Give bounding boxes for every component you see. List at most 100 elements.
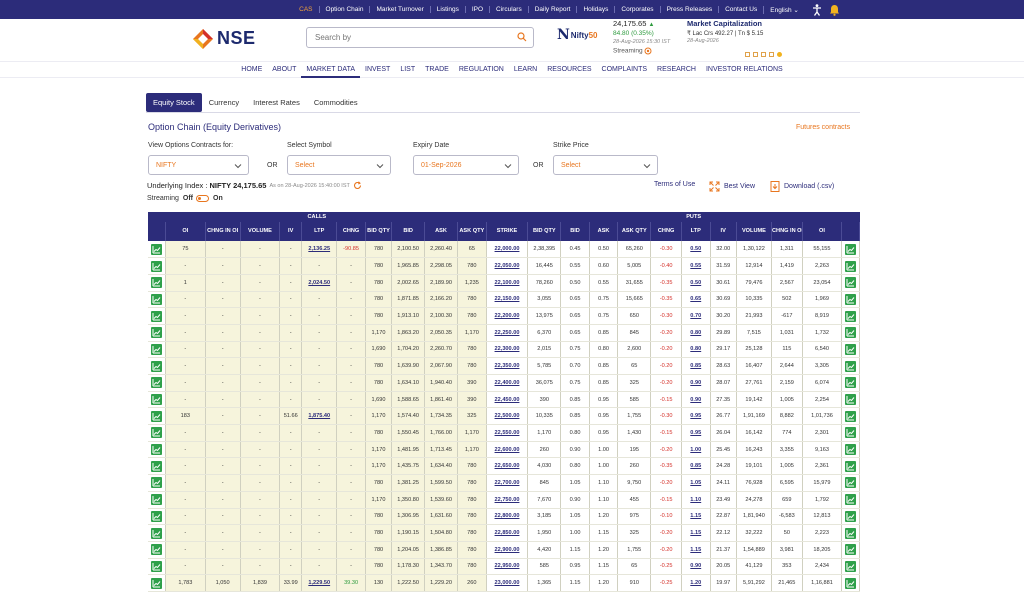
chart-icon[interactable] xyxy=(151,310,163,322)
strike-price-link[interactable]: 22,750.00 xyxy=(486,491,529,509)
strike-price-link[interactable]: 22,700.00 xyxy=(486,474,529,492)
carousel-dot[interactable] xyxy=(769,52,774,57)
topbar-link-option-chain[interactable]: Option Chain xyxy=(320,6,371,13)
put-ltp-link[interactable]: 0.80 xyxy=(681,341,711,359)
topbar-link-corporates[interactable]: Corporates xyxy=(615,6,661,13)
futures-contracts-link[interactable]: Futures contracts xyxy=(796,124,850,131)
put-ltp-link[interactable]: 0.95 xyxy=(681,424,711,442)
topbar-link-press-releases[interactable]: Press Releases xyxy=(661,6,720,13)
chart-icon[interactable] xyxy=(845,343,857,355)
search-input[interactable] xyxy=(307,28,507,47)
chart-icon[interactable] xyxy=(151,544,163,556)
strike-price-link[interactable]: 22,250.00 xyxy=(486,324,529,342)
chart-icon[interactable] xyxy=(845,444,857,456)
search-box[interactable] xyxy=(306,27,534,48)
put-ltp-link[interactable]: 0.85 xyxy=(681,457,711,476)
chart-icon[interactable] xyxy=(845,310,857,322)
carousel-pause-icon[interactable] xyxy=(777,52,782,57)
topbar-link-daily-report[interactable]: Daily Report xyxy=(529,6,578,13)
tab-currency[interactable]: Currency xyxy=(202,93,246,112)
nifty50-logo[interactable]: N Nifty50 xyxy=(557,27,597,43)
topbar-link-holidays[interactable]: Holidays xyxy=(577,6,616,13)
topbar-link-listings[interactable]: Listings xyxy=(431,6,466,13)
terms-of-use-link[interactable]: Terms of Use xyxy=(654,181,695,188)
strike-price-link[interactable]: 22,650.00 xyxy=(486,457,529,476)
strike-price-link[interactable]: 22,050.00 xyxy=(486,257,529,275)
strike-price-link[interactable]: 22,350.00 xyxy=(486,357,529,375)
language-selector[interactable]: English ⌄ xyxy=(763,5,805,14)
chart-icon[interactable] xyxy=(845,293,857,305)
streaming-toggle[interactable] xyxy=(196,195,210,202)
put-ltp-link[interactable]: 1.15 xyxy=(681,541,711,559)
strike-price-link[interactable]: 22,950.00 xyxy=(486,558,529,576)
put-ltp-link[interactable]: 0.50 xyxy=(681,241,711,259)
call-ltp-link[interactable]: 2,024.50 xyxy=(301,274,338,292)
strike-price-link[interactable]: 22,500.00 xyxy=(486,407,529,426)
chart-icon[interactable] xyxy=(845,527,857,539)
nav-item-learn[interactable]: LEARN xyxy=(509,62,542,78)
nav-item-trade[interactable]: TRADE xyxy=(420,62,454,78)
chart-icon[interactable] xyxy=(151,460,163,472)
nav-item-investor-relations[interactable]: INVESTOR RELATIONS xyxy=(701,62,788,78)
nav-item-complaints[interactable]: COMPLAINTS xyxy=(597,62,653,78)
topbar-link-ipo[interactable]: IPO xyxy=(466,6,491,13)
put-ltp-link[interactable]: 0.80 xyxy=(681,324,711,342)
chart-icon[interactable] xyxy=(845,277,857,289)
chart-icon[interactable] xyxy=(151,527,163,539)
nav-item-home[interactable]: HOME xyxy=(236,62,267,78)
chart-icon[interactable] xyxy=(845,427,857,439)
nse-logo[interactable]: NSE xyxy=(193,28,256,49)
best-view-button[interactable]: Best View xyxy=(709,181,755,192)
notification-bell-icon[interactable] xyxy=(829,4,841,16)
call-ltp-link[interactable]: 1,875.40 xyxy=(301,407,338,426)
chart-icon[interactable] xyxy=(845,560,857,572)
nav-item-invest[interactable]: INVEST xyxy=(360,62,395,78)
nav-item-regulation[interactable]: REGULATION xyxy=(454,62,509,78)
chart-icon[interactable] xyxy=(151,410,163,422)
strike-price-link[interactable]: 22,450.00 xyxy=(486,391,529,409)
carousel-dot[interactable] xyxy=(745,52,750,57)
put-ltp-link[interactable]: 0.70 xyxy=(681,307,711,325)
topbar-link-circulars[interactable]: Circulars xyxy=(490,6,529,13)
strike-price-link[interactable]: 22,800.00 xyxy=(486,508,529,526)
chart-icon[interactable] xyxy=(151,360,163,372)
chart-icon[interactable] xyxy=(151,260,163,272)
strike-price-link[interactable]: 22,300.00 xyxy=(486,341,529,359)
put-ltp-link[interactable]: 0.55 xyxy=(681,257,711,275)
strike-price-link[interactable]: 23,000.00 xyxy=(486,574,529,592)
chart-icon[interactable] xyxy=(151,494,163,506)
put-ltp-link[interactable]: 0.90 xyxy=(681,558,711,576)
strike-price-link[interactable]: 22,000.00 xyxy=(486,241,529,259)
put-ltp-link[interactable]: 1.10 xyxy=(681,491,711,509)
chart-icon[interactable] xyxy=(151,477,163,489)
put-ltp-link[interactable]: 1.15 xyxy=(681,524,711,542)
strike-price-link[interactable]: 22,150.00 xyxy=(486,291,529,309)
chart-icon[interactable] xyxy=(845,260,857,272)
chart-icon[interactable] xyxy=(151,577,163,589)
chart-icon[interactable] xyxy=(151,277,163,289)
chart-icon[interactable] xyxy=(151,444,163,456)
put-ltp-link[interactable]: 0.95 xyxy=(681,407,711,426)
put-ltp-link[interactable]: 0.50 xyxy=(681,274,711,292)
carousel-dot[interactable] xyxy=(753,52,758,57)
put-ltp-link[interactable]: 0.90 xyxy=(681,391,711,409)
tab-commodities[interactable]: Commodities xyxy=(307,93,365,112)
put-ltp-link[interactable]: 0.85 xyxy=(681,357,711,375)
nav-item-research[interactable]: RESEARCH xyxy=(652,62,701,78)
strike-price-link[interactable]: 22,900.00 xyxy=(486,541,529,559)
chart-icon[interactable] xyxy=(151,327,163,339)
call-ltp-link[interactable]: 1,229.50 xyxy=(301,574,338,592)
chart-icon[interactable] xyxy=(845,544,857,556)
strike-price-link[interactable]: 22,600.00 xyxy=(486,441,529,459)
strike-price-link[interactable]: 22,100.00 xyxy=(486,274,529,292)
chart-icon[interactable] xyxy=(151,377,163,389)
chart-icon[interactable] xyxy=(151,560,163,572)
chart-icon[interactable] xyxy=(151,394,163,406)
chart-icon[interactable] xyxy=(151,343,163,355)
select-symbol-dropdown[interactable]: Select xyxy=(287,155,391,175)
strike-price-link[interactable]: 22,200.00 xyxy=(486,307,529,325)
put-ltp-link[interactable]: 1.00 xyxy=(681,441,711,459)
chart-icon[interactable] xyxy=(845,410,857,422)
chart-icon[interactable] xyxy=(845,243,857,255)
put-ltp-link[interactable]: 0.65 xyxy=(681,291,711,309)
